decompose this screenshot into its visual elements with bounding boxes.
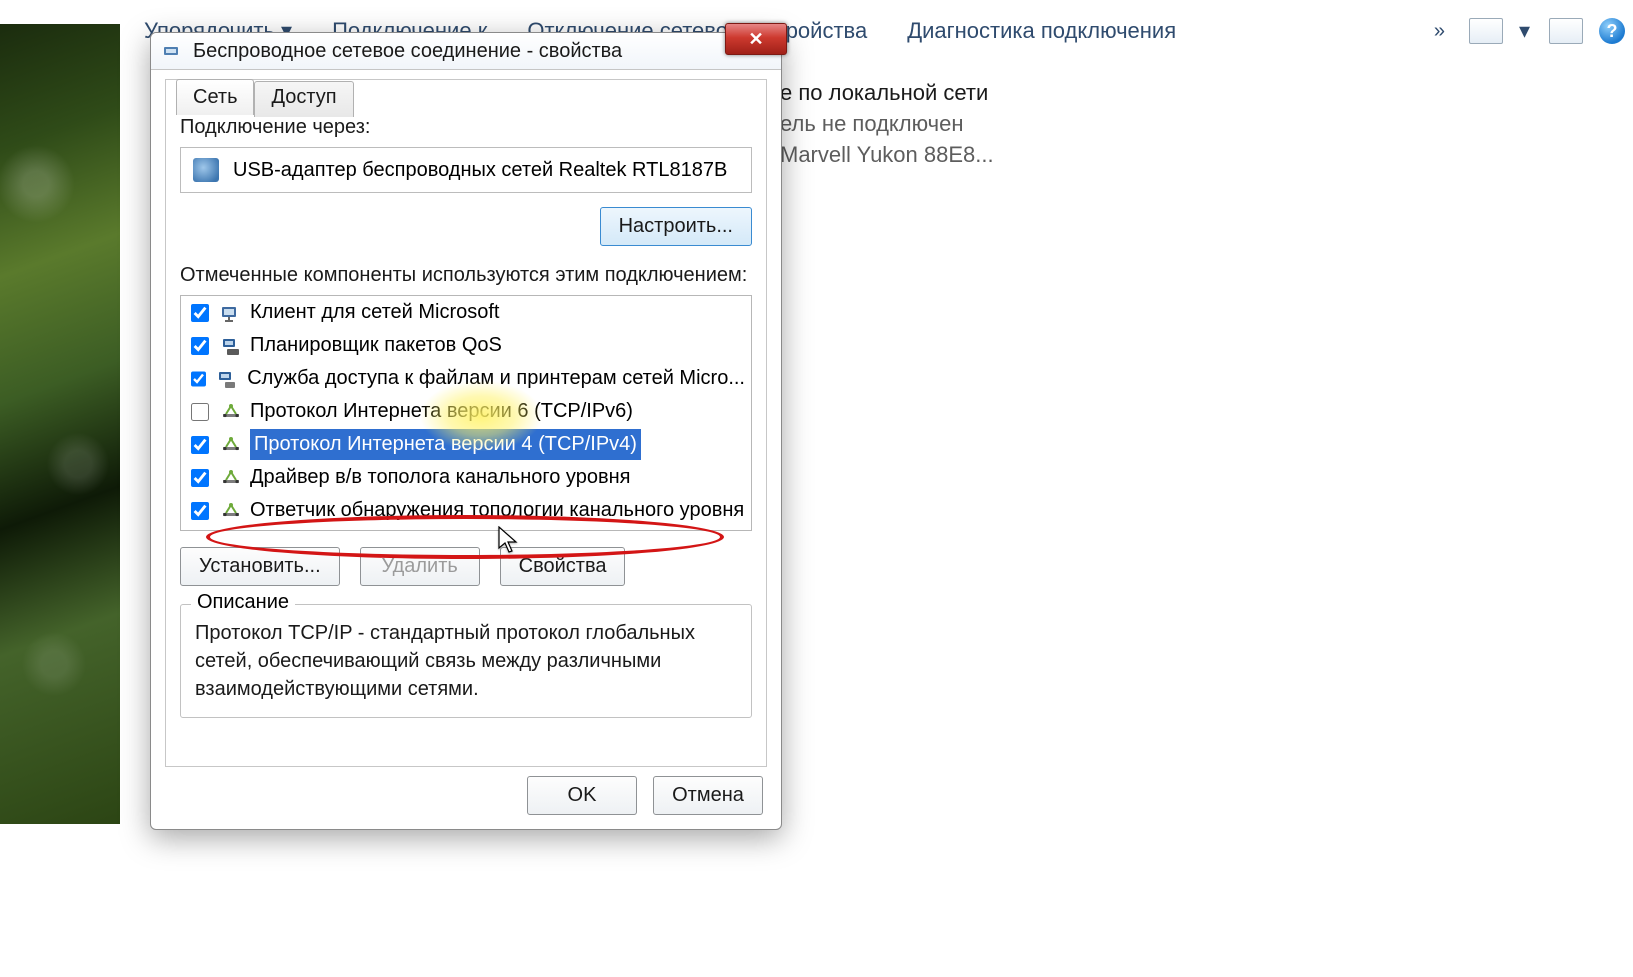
tab-access[interactable]: Доступ [254,81,353,117]
toolbar-overflow-icon[interactable]: » [1434,20,1445,43]
fshare-icon [217,369,239,389]
lan-title: е по локальной сети [780,78,994,109]
adapter-name: USB-адаптер беспроводных сетей Realtek R… [233,159,727,182]
dialog-titlebar[interactable]: Беспроводное сетевое соединение - свойст… [151,33,781,70]
connection-properties-dialog: Беспроводное сетевое соединение - свойст… [150,32,782,830]
component-label: Протокол Интернета версии 4 (TCP/IPv4) [250,429,641,460]
components-label: Отмеченные компоненты используются этим … [180,264,752,287]
tabs: Сеть Доступ [176,79,354,115]
view-mode-dropdown-icon[interactable]: ▾ [1519,24,1533,38]
client-icon [220,303,242,323]
toolbar-diagnose[interactable]: Диагностика подключения [907,18,1176,44]
component-checkbox[interactable] [191,370,206,388]
component-checkbox[interactable] [191,436,209,454]
qos-icon [220,336,242,356]
component-checkbox[interactable] [191,469,209,487]
component-row[interactable]: Протокол Интернета версии 4 (TCP/IPv4) [181,428,751,461]
description-label: Описание [191,591,295,614]
component-row[interactable]: Ответчик обнаружения топологии канальног… [181,494,751,527]
component-label: Ответчик обнаружения топологии канальног… [250,495,744,526]
component-row[interactable]: Планировщик пакетов QoS [181,329,751,362]
components-list[interactable]: Клиент для сетей MicrosoftПланировщик па… [180,295,752,531]
component-label: Планировщик пакетов QoS [250,330,502,361]
close-button[interactable]: ✕ [725,23,787,55]
proto-icon [220,435,242,455]
close-icon: ✕ [748,29,763,50]
ok-button[interactable]: OK [527,776,637,815]
component-row[interactable]: Клиент для сетей Microsoft [181,296,751,329]
component-checkbox[interactable] [191,502,209,520]
wallpaper [0,24,120,824]
dialog-body: Сеть Доступ Подключение через: USB-адапт… [165,79,767,767]
component-checkbox[interactable] [191,304,209,322]
desktop: Упорядочить ▾ Подключение к Отключение с… [0,0,1633,977]
description-group: Описание Протокол TCP/IP - стандартный п… [180,604,752,718]
component-label: Клиент для сетей Microsoft [250,297,499,328]
adapter-display[interactable]: USB-адаптер беспроводных сетей Realtek R… [180,147,752,193]
component-row[interactable]: Протокол Интернета версии 6 (TCP/IPv6) [181,395,751,428]
proto-icon [220,501,242,521]
component-row[interactable]: Служба доступа к файлам и принтерам сете… [181,362,751,395]
configure-button[interactable]: Настроить... [600,207,752,246]
component-label: Драйвер в/в тополога канального уровня [250,462,630,493]
view-mode-icon[interactable] [1469,18,1503,44]
cancel-button[interactable]: Отмена [653,776,763,815]
component-checkbox[interactable] [191,337,209,355]
connect-using-label: Подключение через: [180,116,752,139]
proto-icon [220,402,242,422]
lan-connection-item[interactable]: е по локальной сети ель не подключен Mar… [780,78,994,170]
component-label: Протокол Интернета версии 6 (TCP/IPv6) [250,396,633,427]
preview-pane-icon[interactable] [1549,18,1583,44]
description-text: Протокол TCP/IP - стандартный протокол г… [195,619,737,703]
tab-network[interactable]: Сеть [176,79,254,115]
component-checkbox[interactable] [191,403,209,421]
adapter-icon [193,158,219,182]
component-row[interactable]: Драйвер в/в тополога канального уровня [181,461,751,494]
component-label: Служба доступа к файлам и принтерам сете… [247,363,745,394]
tab-panel-network: Подключение через: USB-адаптер беспровод… [180,116,752,752]
lan-adapter: Marvell Yukon 88E8... [780,140,994,171]
proto-icon [220,468,242,488]
network-adapter-icon [161,41,181,61]
properties-button[interactable]: Свойства [500,547,626,586]
help-icon[interactable]: ? [1599,18,1625,44]
uninstall-button: Удалить [360,547,480,586]
install-button[interactable]: Установить... [180,547,340,586]
dialog-title: Беспроводное сетевое соединение - свойст… [193,40,622,63]
lan-status: ель не подключен [780,109,994,140]
